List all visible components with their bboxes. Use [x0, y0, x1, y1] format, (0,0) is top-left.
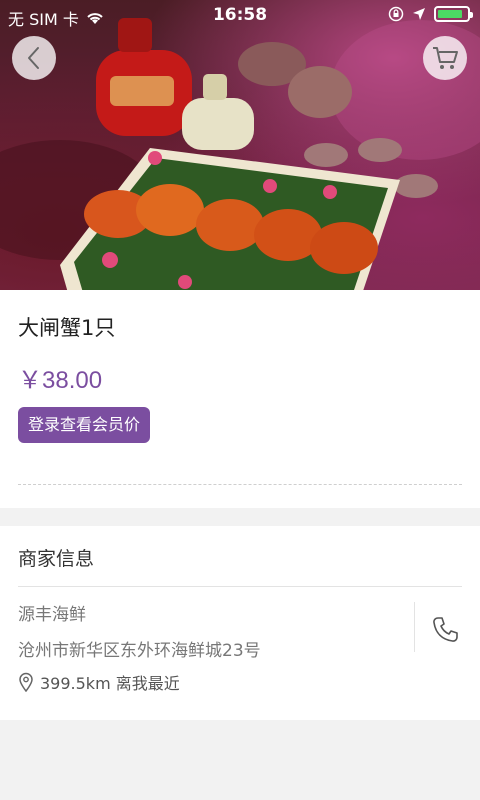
back-button[interactable]: [12, 36, 56, 80]
merchant-info-card: 商家信息 源丰海鲜 沧州市新华区东外环海鲜城23号 399.5km 离我最近: [0, 526, 480, 720]
dashed-divider: [18, 484, 462, 485]
merchant-section-title: 商家信息: [18, 548, 95, 570]
login-member-price-button[interactable]: 登录查看会员价: [18, 407, 151, 443]
location-arrow-icon: [413, 8, 425, 20]
merchant-distance: 399.5km 离我最近: [18, 670, 180, 694]
vertical-divider: [414, 602, 415, 652]
call-button[interactable]: [425, 610, 465, 650]
battery-icon: [434, 6, 473, 22]
phone-icon: [433, 617, 458, 642]
back-arrow-icon: [28, 47, 39, 69]
product-price: ￥38.00: [18, 367, 103, 394]
product-image: 无 SIM 卡 16:58: [0, 0, 480, 290]
section-divider: [18, 586, 462, 587]
product-info-card: 大闸蟹1只 ￥38.00 登录查看会员价: [0, 290, 480, 508]
status-bar: 无 SIM 卡 16:58: [0, 0, 480, 30]
cart-icon: [433, 47, 458, 69]
merchant-name[interactable]: 源丰海鲜: [18, 600, 86, 625]
product-photo-illustration: [0, 18, 480, 290]
product-name: 大闸蟹1只: [18, 316, 116, 340]
rotation-lock-icon: [388, 6, 404, 22]
location-pin-icon: [19, 672, 33, 692]
status-right: [388, 6, 473, 22]
distance-text: 399.5km 离我最近: [40, 674, 180, 693]
merchant-address[interactable]: 沧州市新华区东外环海鲜城23号: [18, 636, 261, 661]
cart-button[interactable]: [423, 36, 467, 80]
